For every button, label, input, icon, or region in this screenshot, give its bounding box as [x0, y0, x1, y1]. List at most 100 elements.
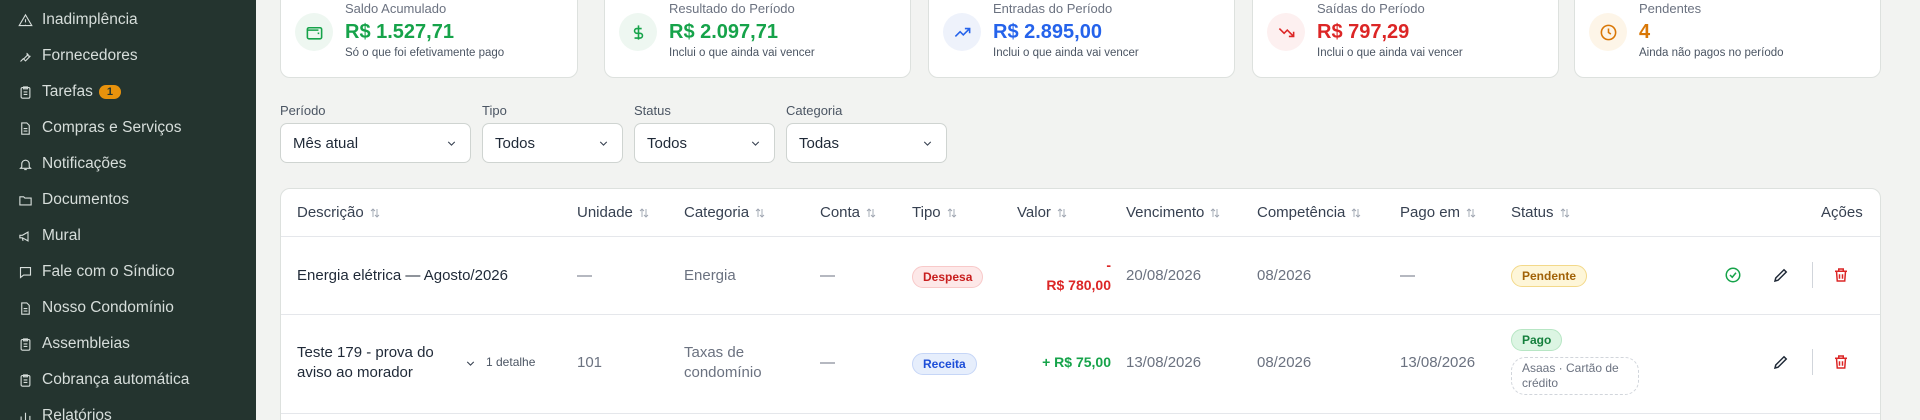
column-header-category[interactable]: Categoria [684, 189, 766, 236]
column-header-status[interactable]: Status [1511, 189, 1571, 236]
payment-method-badge: Asaas · Cartão de crédito [1511, 357, 1639, 395]
sidebar-item-label: Nosso Condomínio [42, 299, 174, 316]
card-value: R$ 797,29 [1317, 21, 1410, 43]
sidebar-item-label: Cobrança automática [42, 371, 190, 388]
trending-down-icon [1267, 13, 1305, 51]
status-badge: Pago [1511, 329, 1563, 351]
folder-icon [19, 195, 32, 205]
column-header-account[interactable]: Conta [820, 189, 877, 236]
header-label: Competência [1257, 204, 1346, 221]
card-label: Pendentes [1639, 1, 1702, 16]
detail-toggle[interactable]: 1 detalhe [486, 355, 535, 369]
sidebar-item-assembleias[interactable]: Assembleias [0, 326, 256, 362]
row-unit: — [577, 267, 592, 284]
sort-icon [755, 207, 765, 218]
row-account: — [820, 267, 835, 284]
main-content: Saldo Acumulado R$ 1.527,71 Só o que foi… [256, 0, 1920, 420]
sidebar-item-label: Documentos [42, 191, 130, 208]
header-label: Unidade [577, 204, 633, 221]
sidebar-item-label: Fornecedores [42, 47, 138, 64]
sidebar-item-compras[interactable]: Compras e Serviços [0, 110, 256, 146]
status-badge: Pendente [1511, 265, 1588, 287]
row-competence: 08/2026 [1257, 354, 1312, 371]
sidebar-item-mural[interactable]: Mural [0, 218, 256, 254]
row-value: + R$ 75,00 [1042, 354, 1111, 370]
chat-icon [19, 266, 32, 279]
column-header-description[interactable]: Descrição [297, 189, 381, 236]
column-header-unit[interactable]: Unidade [577, 189, 650, 236]
sidebar-item-label: Notificações [42, 155, 127, 172]
chevron-down-icon[interactable] [464, 357, 477, 370]
sidebar-item-label: Inadimplência [42, 11, 138, 28]
sidebar-item-label: Fale com o Síndico [42, 263, 175, 280]
delete-trash-icon[interactable] [1832, 266, 1850, 284]
sidebar-item-relatorios[interactable]: Relatórios [0, 398, 256, 420]
bell-icon [19, 159, 32, 170]
row-competence: 08/2026 [1257, 267, 1312, 284]
row-category: Energia [684, 267, 736, 284]
payment-method-line1: Asaas · Cartão de [1522, 361, 1619, 375]
sidebar-item-fornecedores[interactable]: Fornecedores [0, 38, 256, 74]
category-select-value: Todas [799, 134, 840, 152]
megaphone-icon [19, 230, 29, 242]
card-value: R$ 2.097,71 [669, 21, 778, 43]
mark-paid-check-icon[interactable] [1724, 266, 1742, 284]
clipboard-icon [20, 85, 31, 99]
row-paid-date: — [1400, 267, 1415, 284]
column-header-actions: Ações [1821, 204, 1863, 221]
dollar-icon [619, 13, 657, 51]
payment-method-line2: crédito [1522, 376, 1559, 390]
sidebar-item-fale-sindico[interactable]: Fale com o Síndico [0, 254, 256, 290]
sidebar-item-inadimplencia[interactable]: Inadimplência [0, 2, 256, 38]
wrench-icon [20, 52, 31, 62]
edit-pencil-icon[interactable] [1772, 353, 1790, 371]
chevron-down-icon [599, 141, 608, 146]
row-due-date: 13/08/2026 [1126, 354, 1202, 371]
sort-icon [1057, 207, 1067, 218]
delete-trash-icon[interactable] [1832, 353, 1850, 371]
card-value: 4 [1639, 21, 1651, 43]
type-select-value: Todos [495, 134, 536, 152]
type-select[interactable]: Todos [482, 123, 623, 163]
sidebar-item-documentos[interactable]: Documentos [0, 182, 256, 218]
row-unit: 101 [577, 354, 603, 371]
header-label: Pago em [1400, 204, 1461, 221]
card-subtitle: Inclui o que ainda vai vencer [1317, 47, 1463, 59]
category-filter-label: Categoria [786, 103, 843, 118]
row-paid-date: 13/08/2026 [1400, 354, 1476, 371]
sidebar-item-tarefas[interactable]: Tarefas 1 [0, 74, 256, 110]
summary-card-saidas: Saídas do Período R$ 797,29 Inclui o que… [1252, 0, 1559, 78]
sidebar-item-label: Mural [42, 227, 81, 244]
column-header-type[interactable]: Tipo [912, 189, 958, 236]
sidebar-item-notificacoes[interactable]: Notificações [0, 146, 256, 182]
card-label: Saídas do Período [1317, 1, 1425, 16]
wallet-icon [295, 13, 333, 51]
document-icon [21, 301, 30, 315]
sidebar: Inadimplência Fornecedores Tarefas 1 Com… [0, 0, 256, 420]
sidebar-item-label: Compras e Serviços [42, 119, 182, 136]
header-label: Tipo [912, 204, 941, 221]
clipboard-icon [20, 337, 31, 351]
period-select[interactable]: Mês atual [280, 123, 471, 163]
type-badge-expense: Despesa [912, 266, 984, 288]
category-select[interactable]: Todas [786, 123, 947, 163]
edit-pencil-icon[interactable] [1772, 266, 1790, 284]
card-value: R$ 2.895,00 [993, 21, 1102, 43]
row-divider [281, 413, 1880, 414]
column-header-paid[interactable]: Pago em [1400, 189, 1477, 236]
chart-icon [20, 412, 31, 420]
sort-icon [947, 207, 956, 218]
status-select-value: Todos [647, 134, 688, 152]
tasks-count-badge: 1 [98, 85, 121, 99]
card-subtitle: Ainda não pagos no período [1639, 47, 1784, 59]
status-select[interactable]: Todos [634, 123, 775, 163]
sort-icon [1352, 207, 1361, 218]
column-header-competence[interactable]: Competência [1257, 189, 1362, 236]
clock-icon [1589, 13, 1627, 51]
row-description-line2: aviso ao morador [297, 364, 413, 381]
sort-icon [639, 207, 649, 218]
column-header-value[interactable]: Valor [1017, 189, 1068, 236]
sidebar-item-cobranca[interactable]: Cobrança automática [0, 362, 256, 398]
column-header-due[interactable]: Vencimento [1126, 189, 1221, 236]
sidebar-item-nosso-condominio[interactable]: Nosso Condomínio [0, 290, 256, 326]
